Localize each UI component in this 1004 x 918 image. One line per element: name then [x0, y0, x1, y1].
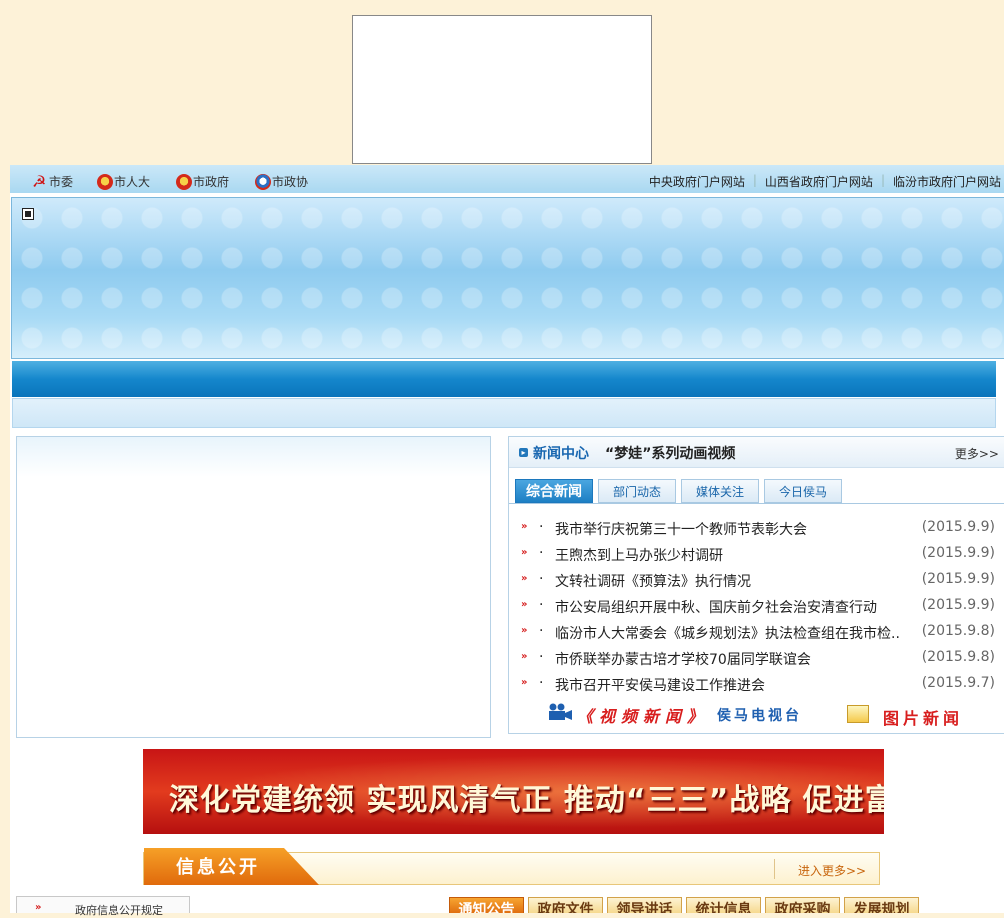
media-links-row: 《视频新闻》 侯马电视台 图片新闻: [547, 701, 997, 729]
national-emblem-icon: [97, 173, 113, 190]
news-title[interactable]: 新闻中心: [533, 443, 589, 463]
news-item[interactable]: » · 王煦杰到上马办张少村调研 (2015.9.9): [521, 545, 999, 565]
national-emblem-icon: [176, 173, 192, 190]
info-more-link[interactable]: 进入更多>>: [798, 862, 866, 879]
link-linfen-gov[interactable]: 临汾市政府门户网站: [893, 173, 1001, 190]
news-video-link[interactable]: “梦娃”系列动画视频: [605, 443, 735, 463]
link-city-government[interactable]: 市政府: [176, 173, 229, 190]
policy-link[interactable]: 政府信息公开规定: [75, 902, 163, 918]
photo-news-link[interactable]: 图片新闻: [883, 705, 963, 729]
bullet-dot: ·: [539, 675, 544, 691]
link-label: 市政协: [272, 175, 309, 189]
news-item-date: (2015.9.9): [921, 571, 995, 587]
link-shanxi-gov[interactable]: 山西省政府门户网站: [765, 173, 873, 190]
news-item[interactable]: » · 我市召开平安侯马建设工作推进会 (2015.9.7): [521, 675, 999, 695]
external-links: 中央政府门户网站 | 山西省政府门户网站 | 临汾市政府门户网站: [649, 173, 1001, 190]
slogan-banner[interactable]: 深化党建统领 实现风清气正 推动“三三”战略 促进富民强市: [143, 749, 884, 834]
double-arrow-icon: »: [521, 625, 528, 636]
bullet-dot: ·: [539, 623, 544, 639]
info-disclosure-tag: 信息公开: [144, 848, 319, 885]
link-label: 市政府: [193, 175, 230, 189]
news-item-date: (2015.9.9): [921, 545, 995, 561]
picture-icon: [847, 705, 869, 723]
news-item[interactable]: » · 文转社调研《预算法》执行情况 (2015.9.9): [521, 571, 999, 591]
news-item-title[interactable]: 我市举行庆祝第三十一个教师节表彰大会: [555, 519, 807, 539]
top-link-bar: ☭ 市委 市人大 市政府 市政协 中央政府门户网站 | 山西省政府门户网站 | …: [10, 165, 1004, 193]
double-arrow-icon: »: [521, 599, 528, 610]
news-header: ▸ 新闻中心 “梦娃”系列动画视频 更多>>: [509, 437, 1004, 468]
double-arrow-icon: »: [35, 902, 42, 913]
tab-department-news[interactable]: 部门动态: [598, 479, 676, 503]
tab-statistics[interactable]: 统计信息: [686, 897, 761, 913]
news-item-title[interactable]: 我市召开平安侯马建设工作推进会: [555, 675, 765, 695]
tab-procurement[interactable]: 政府采购: [765, 897, 840, 913]
tab-general-news[interactable]: 综合新闻: [515, 479, 593, 503]
link-cppcc[interactable]: 市政协: [255, 173, 308, 190]
news-item-date: (2015.9.7): [921, 675, 995, 691]
image-slider-panel: [16, 436, 491, 738]
link-party-committee[interactable]: ☭ 市委: [32, 173, 73, 190]
header-banner: [11, 197, 1004, 359]
news-item[interactable]: » · 我市举行庆祝第三十一个教师节表彰大会 (2015.9.9): [521, 519, 999, 539]
flash-placeholder-icon[interactable]: [22, 208, 34, 220]
tab-development-plan[interactable]: 发展规划: [844, 897, 919, 913]
tab-notices[interactable]: 通知公告: [449, 897, 524, 913]
news-item-title[interactable]: 市侨联举办蒙古培才学校70届同学联谊会: [555, 649, 811, 669]
news-item-date: (2015.9.9): [921, 597, 995, 613]
tab-today-houma[interactable]: 今日侯马: [764, 479, 842, 503]
news-item-date: (2015.9.9): [921, 519, 995, 535]
link-separator: |: [880, 173, 885, 187]
section-arrow-icon: ▸: [519, 448, 528, 457]
bullet-dot: ·: [539, 597, 544, 613]
video-news-link[interactable]: 《视频新闻》: [577, 703, 709, 727]
party-emblem-icon: ☭: [32, 171, 47, 191]
double-arrow-icon: »: [521, 547, 528, 558]
tabs-underline: [509, 503, 1004, 504]
link-label: 市人大: [114, 175, 151, 189]
news-item-date: (2015.9.8): [921, 623, 995, 639]
bullet-dot: ·: [539, 519, 544, 535]
slogan-text: 深化党建统领 实现风清气正 推动“三三”战略 促进富民强市: [169, 783, 884, 818]
news-item-title[interactable]: 市公安局组织开展中秋、国庆前夕社会治安清查行动: [555, 597, 877, 617]
tab-media-focus[interactable]: 媒体关注: [681, 479, 759, 503]
bullet-dot: ·: [539, 649, 544, 665]
sub-nav-bar: [12, 398, 996, 428]
link-separator: |: [752, 173, 757, 187]
tab-gov-documents[interactable]: 政府文件: [528, 897, 603, 913]
link-label: 市委: [49, 175, 74, 189]
main-nav-bar: [12, 361, 996, 397]
policy-box[interactable]: » 政府信息公开规定: [16, 896, 190, 917]
top-blank-frame: [352, 15, 652, 164]
divider: [774, 859, 775, 879]
news-item[interactable]: » · 市公安局组织开展中秋、国庆前夕社会治安清查行动 (2015.9.9): [521, 597, 999, 617]
news-item[interactable]: » · 临汾市人大常委会《城乡规划法》执法检查组在我市检.. (2015.9.8…: [521, 623, 999, 643]
double-arrow-icon: »: [521, 521, 528, 532]
news-item[interactable]: » · 市侨联举办蒙古培才学校70届同学联谊会 (2015.9.8): [521, 649, 999, 669]
news-more-link[interactable]: 更多>>: [955, 445, 999, 462]
news-center-panel: ▸ 新闻中心 “梦娃”系列动画视频 更多>> 综合新闻 部门动态 媒体关注 今日…: [508, 436, 1004, 734]
link-peoples-congress[interactable]: 市人大: [97, 173, 150, 190]
info-disclosure-title: 信息公开: [176, 857, 260, 878]
news-item-title[interactable]: 临汾市人大常委会《城乡规划法》执法检查组在我市检..: [555, 623, 900, 643]
double-arrow-icon: »: [521, 573, 528, 584]
video-camera-icon: [549, 703, 572, 720]
news-item-title[interactable]: 王煦杰到上马办张少村调研: [555, 545, 723, 565]
houma-tv-link[interactable]: 侯马电视台: [717, 705, 802, 725]
bullet-dot: ·: [539, 545, 544, 561]
tab-leader-speeches[interactable]: 领导讲话: [607, 897, 682, 913]
bullet-dot: ·: [539, 571, 544, 587]
news-item-date: (2015.9.8): [921, 649, 995, 665]
link-central-gov[interactable]: 中央政府门户网站: [649, 173, 745, 190]
news-item-title[interactable]: 文转社调研《预算法》执行情况: [555, 571, 751, 591]
cppcc-emblem-icon: [255, 173, 271, 190]
double-arrow-icon: »: [521, 651, 528, 662]
double-arrow-icon: »: [521, 677, 528, 688]
info-disclosure-bar: 信息公开 进入更多>>: [143, 848, 880, 885]
